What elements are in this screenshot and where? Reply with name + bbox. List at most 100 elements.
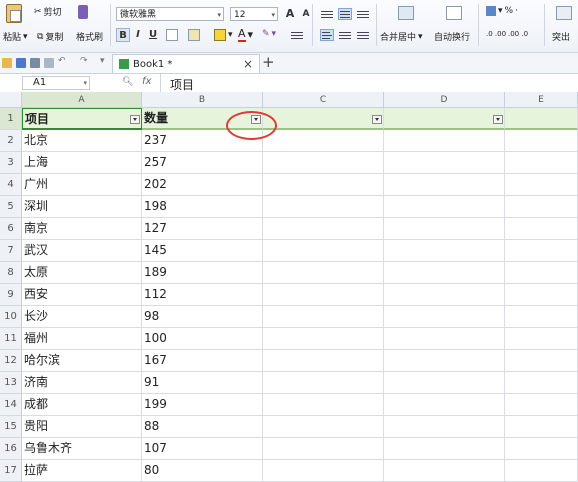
row-header[interactable]: 8 xyxy=(0,262,22,284)
table-cell-empty[interactable] xyxy=(384,372,505,394)
table-cell-empty[interactable] xyxy=(263,460,384,482)
table-cell-city[interactable]: 福州 xyxy=(22,328,142,350)
merge-center-icon[interactable] xyxy=(398,6,414,20)
table-cell-empty[interactable] xyxy=(263,218,384,240)
table-cell-qty[interactable]: 198 xyxy=(142,196,263,218)
clear-format-button[interactable]: ✎ ▾ xyxy=(262,29,276,39)
redo-icon[interactable]: ↷ xyxy=(80,56,88,66)
font-size-select[interactable]: 12 ▾ xyxy=(230,7,278,21)
conditional-format-icon[interactable] xyxy=(556,6,572,20)
table-cell-empty[interactable] xyxy=(505,460,578,482)
table-cell-empty[interactable] xyxy=(263,262,384,284)
table-cell-empty[interactable] xyxy=(505,284,578,306)
table-cell-qty[interactable]: 80 xyxy=(142,460,263,482)
table-cell-empty[interactable] xyxy=(505,438,578,460)
table-cell-qty[interactable]: 100 xyxy=(142,328,263,350)
row-header[interactable]: 9 xyxy=(0,284,22,306)
table-cell-empty[interactable] xyxy=(505,394,578,416)
table-cell-city[interactable]: 武汉 xyxy=(22,240,142,262)
table-cell-empty[interactable] xyxy=(505,196,578,218)
table-cell-qty[interactable]: 189 xyxy=(142,262,263,284)
row-header[interactable]: 13 xyxy=(0,372,22,394)
table-cell-empty[interactable] xyxy=(263,328,384,350)
align-bottom-icon[interactable] xyxy=(356,9,370,21)
table-cell-qty[interactable]: 112 xyxy=(142,284,263,306)
paste-icon[interactable] xyxy=(6,4,22,23)
bold-button[interactable]: B xyxy=(116,28,130,42)
table-cell-city[interactable]: 乌鲁木齐 xyxy=(22,438,142,460)
table-cell-qty[interactable]: 199 xyxy=(142,394,263,416)
quick-access-dropdown-icon[interactable]: ▾ xyxy=(100,56,105,66)
table-cell-empty[interactable] xyxy=(384,460,505,482)
table-cell-empty[interactable] xyxy=(505,328,578,350)
table-cell-empty[interactable] xyxy=(263,372,384,394)
table-cell-empty[interactable] xyxy=(263,240,384,262)
table-cell-qty[interactable]: 202 xyxy=(142,174,263,196)
table-cell-empty[interactable] xyxy=(505,152,578,174)
table-cell-qty[interactable]: 91 xyxy=(142,372,263,394)
row-header[interactable]: 2 xyxy=(0,130,22,152)
table-cell-empty[interactable] xyxy=(384,284,505,306)
font-grow-button[interactable]: A xyxy=(283,7,297,21)
percent-button[interactable]: % xyxy=(505,6,514,16)
wrap-text-icon[interactable] xyxy=(446,6,462,20)
table-cell-city[interactable]: 上海 xyxy=(22,152,142,174)
format-painter-icon[interactable] xyxy=(78,5,88,19)
table-cell-empty[interactable] xyxy=(505,372,578,394)
table-cell-empty[interactable] xyxy=(263,416,384,438)
table-cell-empty[interactable] xyxy=(384,394,505,416)
table-cell-city[interactable]: 广州 xyxy=(22,174,142,196)
table-cell-empty[interactable] xyxy=(384,130,505,152)
table-cell-empty[interactable] xyxy=(384,196,505,218)
table-cell-empty[interactable] xyxy=(384,174,505,196)
align-left-icon[interactable] xyxy=(320,29,334,41)
save-icon[interactable] xyxy=(16,58,26,68)
table-cell-city[interactable]: 南京 xyxy=(22,218,142,240)
table-cell-empty[interactable] xyxy=(384,416,505,438)
merge-style-icon[interactable] xyxy=(188,29,200,41)
row-header[interactable]: 10 xyxy=(0,306,22,328)
table-cell-empty[interactable] xyxy=(505,130,578,152)
table-cell-qty[interactable]: 107 xyxy=(142,438,263,460)
cell-d1[interactable] xyxy=(384,108,505,130)
row-header[interactable]: 7 xyxy=(0,240,22,262)
align-top-icon[interactable] xyxy=(320,9,334,21)
row-header[interactable]: 5 xyxy=(0,196,22,218)
row-header[interactable]: 14 xyxy=(0,394,22,416)
cell-e1[interactable] xyxy=(505,108,578,130)
row-header[interactable]: 17 xyxy=(0,460,22,482)
align-center-icon[interactable] xyxy=(338,30,352,42)
table-cell-empty[interactable] xyxy=(263,130,384,152)
cell-a1[interactable]: 项目 xyxy=(22,108,142,130)
name-box[interactable]: A1 ▾ xyxy=(22,76,90,90)
table-cell-city[interactable]: 西安 xyxy=(22,284,142,306)
align-middle-icon[interactable] xyxy=(338,8,352,20)
row-header[interactable]: 6 xyxy=(0,218,22,240)
table-cell-empty[interactable] xyxy=(384,350,505,372)
table-cell-empty[interactable] xyxy=(384,306,505,328)
table-cell-empty[interactable] xyxy=(384,218,505,240)
align-right-icon[interactable] xyxy=(356,30,370,42)
table-cell-empty[interactable] xyxy=(505,174,578,196)
indent-decrease-icon[interactable] xyxy=(290,30,304,42)
zoom-icon[interactable]: 🔍︎ xyxy=(122,77,133,87)
print-icon[interactable] xyxy=(30,58,40,68)
table-cell-qty[interactable]: 98 xyxy=(142,306,263,328)
formula-input[interactable]: 项目 xyxy=(170,76,194,93)
table-cell-city[interactable]: 长沙 xyxy=(22,306,142,328)
table-cell-empty[interactable] xyxy=(263,196,384,218)
table-cell-qty[interactable]: 127 xyxy=(142,218,263,240)
italic-button[interactable]: I xyxy=(131,28,145,42)
table-cell-empty[interactable] xyxy=(263,394,384,416)
table-cell-qty[interactable]: 145 xyxy=(142,240,263,262)
cut-button[interactable]: ✂ 剪切 xyxy=(34,5,62,19)
row-header[interactable]: 4 xyxy=(0,174,22,196)
format-painter-button[interactable]: 格式刷 xyxy=(76,30,103,43)
close-tab-icon[interactable]: × xyxy=(243,57,253,71)
print-preview-icon[interactable] xyxy=(44,58,54,68)
row-header[interactable]: 15 xyxy=(0,416,22,438)
table-cell-empty[interactable] xyxy=(505,306,578,328)
table-cell-qty[interactable]: 167 xyxy=(142,350,263,372)
table-cell-city[interactable]: 哈尔滨 xyxy=(22,350,142,372)
row-header[interactable]: 11 xyxy=(0,328,22,350)
